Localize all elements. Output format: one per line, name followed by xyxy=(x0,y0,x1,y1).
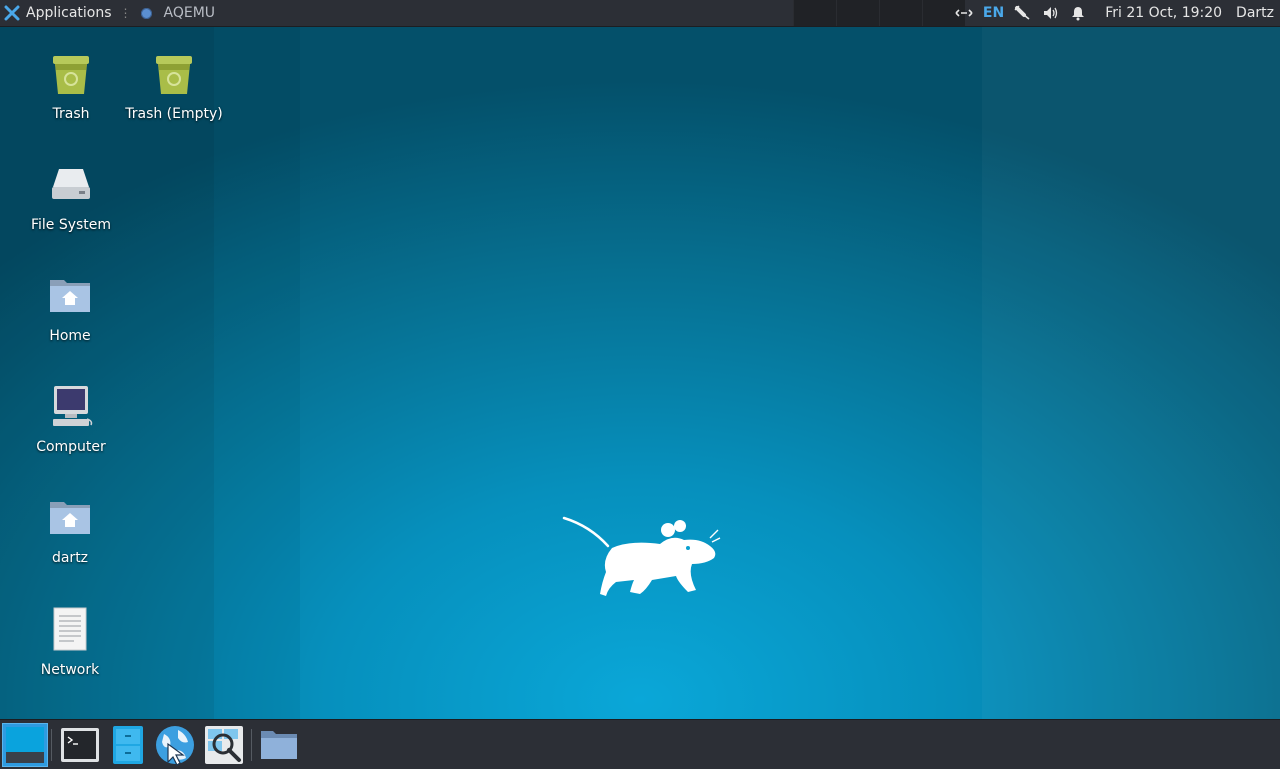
file-manager-icon xyxy=(113,726,143,764)
system-tray: EN Fri 21 Oct, 19:20 Dartz xyxy=(950,0,1280,26)
terminal-launcher[interactable] xyxy=(58,723,102,767)
desktop-icon-network[interactable]: Network xyxy=(15,606,125,678)
background-band xyxy=(982,26,1280,720)
background-band xyxy=(214,26,300,720)
desktop-icon-label: dartz xyxy=(51,550,89,566)
terminal-icon xyxy=(61,728,99,762)
folder-icon xyxy=(261,731,297,759)
document-icon xyxy=(53,607,87,651)
home-folder-icon xyxy=(50,280,90,312)
workspace-3[interactable] xyxy=(879,0,922,26)
computer-icon xyxy=(53,386,93,426)
volume-icon[interactable] xyxy=(1042,0,1060,26)
workspace-2[interactable] xyxy=(836,0,879,26)
desktop-icon-label: Trash xyxy=(52,106,90,122)
desktop-icon-file-system[interactable]: File System xyxy=(16,161,126,233)
taskbar-item-aqemu[interactable]: AQEMU xyxy=(135,0,222,26)
keyboard-layout-indicator[interactable]: EN xyxy=(983,0,1004,26)
app-finder-icon xyxy=(205,726,243,764)
show-desktop-button[interactable] xyxy=(2,723,48,767)
panel-separator xyxy=(251,729,252,761)
file-manager-launcher[interactable] xyxy=(106,723,150,767)
bottom-panel xyxy=(0,719,1280,769)
applications-label: Applications xyxy=(26,5,112,21)
top-panel: Applications ⋮ AQEMU EN Fri 21 Oct, 19:2… xyxy=(0,0,1280,27)
network-connection-icon[interactable] xyxy=(955,0,973,26)
xfce-mouse-logo-icon xyxy=(562,516,721,596)
web-browser-launcher[interactable] xyxy=(153,723,197,767)
desktop-icon-label: Home xyxy=(49,328,91,344)
workspace-1[interactable] xyxy=(793,0,836,26)
desktop-icon-dartz[interactable]: dartz xyxy=(15,494,125,566)
workspace-switcher xyxy=(793,0,965,26)
app-finder-launcher[interactable] xyxy=(202,723,246,767)
show-desktop-icon xyxy=(6,727,44,763)
desktop-icon-trash-empty[interactable]: Trash (Empty) xyxy=(119,50,229,122)
desktop-icon-home[interactable]: Home xyxy=(15,272,125,344)
aqemu-icon xyxy=(140,7,152,19)
desktop-icon-label: Computer xyxy=(36,439,106,455)
drive-icon xyxy=(52,169,90,199)
panel-separator xyxy=(51,729,52,761)
desktop-icon-computer[interactable]: Computer xyxy=(16,383,126,455)
task-label: AQEMU xyxy=(163,5,216,21)
xfce-logo-icon xyxy=(4,5,20,21)
trash-full-icon xyxy=(53,56,89,94)
desktop-icon-label: File System xyxy=(30,217,112,233)
trash-empty-icon xyxy=(156,56,192,94)
power-plug-icon[interactable] xyxy=(1014,0,1032,26)
desktop-icon-label: Trash (Empty) xyxy=(125,106,223,122)
user-menu[interactable]: Dartz xyxy=(1236,5,1274,21)
home-folder-icon xyxy=(50,502,90,534)
clock[interactable]: Fri 21 Oct, 19:20 xyxy=(1105,5,1222,21)
web-browser-icon xyxy=(156,726,194,766)
desktop-icon-trash[interactable]: Trash xyxy=(16,50,126,122)
notification-bell-icon[interactable] xyxy=(1070,0,1086,26)
desktop-icon-label: Network xyxy=(40,662,100,678)
folder-launcher[interactable] xyxy=(257,723,301,767)
panel-handle-icon[interactable]: ⋮ xyxy=(120,6,132,20)
applications-menu-button[interactable]: Applications xyxy=(0,0,116,26)
